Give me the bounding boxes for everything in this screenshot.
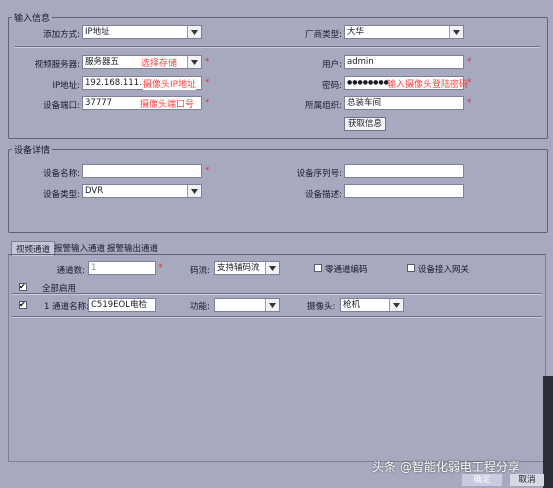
function-label: 功能: xyxy=(190,302,210,312)
input-info-title: 输入信息 xyxy=(12,11,53,24)
device-type-value: DVR xyxy=(85,186,104,196)
device-type-label: 设备类型: xyxy=(43,190,80,200)
add-method-value: IP地址 xyxy=(85,27,110,37)
chevron-down-icon xyxy=(187,26,201,38)
required-mark: * xyxy=(467,78,472,88)
user-input[interactable]: admin xyxy=(344,55,464,69)
vendor-type-select[interactable]: 大华 xyxy=(344,25,464,39)
device-name-label: 设备名称: xyxy=(43,169,80,179)
enable-all-checkbox[interactable] xyxy=(19,283,27,291)
password-label: 密码: xyxy=(322,81,342,91)
video-server-annotation: 选择存储 xyxy=(141,59,178,69)
video-server-value: 服务器五 xyxy=(85,57,120,67)
zero-channel-label: 零通道编码 xyxy=(325,265,368,275)
channel-row-checkbox[interactable] xyxy=(19,301,27,309)
function-select[interactable] xyxy=(214,298,280,312)
tab-alarm-input[interactable]: 报警输入通道 xyxy=(50,241,109,255)
stream-select[interactable]: 支持辅码流 xyxy=(214,261,280,275)
fetch-info-button[interactable]: 获取信息 xyxy=(344,117,386,131)
required-mark: * xyxy=(205,98,210,108)
required-mark: * xyxy=(467,57,472,67)
tab-alarm-output[interactable]: 报警输出通道 xyxy=(103,241,162,255)
org-label: 所属组织: xyxy=(305,101,342,111)
stream-value: 支持辅码流 xyxy=(217,263,260,273)
camera-select[interactable]: 枪机 xyxy=(340,298,404,312)
add-method-label: 添加方式: xyxy=(43,30,80,40)
channel-index-label: 1 通道名称: xyxy=(44,302,89,312)
channel-row-separator xyxy=(12,316,542,318)
device-serial-label: 设备序列号: xyxy=(296,169,342,179)
user-label: 用户: xyxy=(322,60,342,70)
tab-panel xyxy=(8,254,546,462)
required-mark: * xyxy=(205,166,210,176)
device-serial-input[interactable] xyxy=(344,164,464,178)
required-mark: * xyxy=(467,98,472,108)
input-info-separator xyxy=(14,46,540,48)
chevron-down-icon xyxy=(449,26,463,38)
access-gateway-checkbox[interactable] xyxy=(407,264,415,272)
video-server-label: 视频服务器: xyxy=(34,60,80,70)
port-annotation: 摄像头端口号 xyxy=(140,100,195,110)
org-input[interactable]: 总装车间 xyxy=(344,96,464,110)
channel-name-input[interactable]: C519EOL电检 xyxy=(88,298,156,312)
channel-count-input[interactable]: 1 xyxy=(88,261,156,275)
chevron-down-icon xyxy=(187,56,201,68)
ip-label: IP地址: xyxy=(52,81,81,91)
chevron-down-icon xyxy=(187,185,201,197)
channel-separator xyxy=(12,293,542,295)
zero-channel-checkbox[interactable] xyxy=(314,264,322,272)
vendor-type-label: 厂商类型: xyxy=(305,30,342,40)
channel-count-label: 通道数: xyxy=(56,266,85,276)
ok-button[interactable]: 确定 xyxy=(462,474,502,486)
chevron-down-icon xyxy=(265,262,279,274)
device-type-select[interactable]: DVR xyxy=(82,184,202,198)
device-desc-label: 设备描述: xyxy=(305,190,342,200)
chevron-down-icon xyxy=(389,299,403,311)
camera-label: 摄像头: xyxy=(307,302,336,312)
ip-annotation: 摄像头IP地址 xyxy=(143,77,197,90)
chevron-down-icon xyxy=(265,299,279,311)
password-annotation: 输入摄像头登陆密码 xyxy=(387,80,469,90)
add-method-select[interactable]: IP地址 xyxy=(82,25,202,39)
required-mark: * xyxy=(205,57,210,67)
stream-label: 码流: xyxy=(190,266,210,276)
device-detail-title: 设备详情 xyxy=(12,143,53,156)
window-edge xyxy=(543,376,553,488)
device-desc-input[interactable] xyxy=(344,184,464,198)
access-gateway-label: 设备接入网关 xyxy=(418,265,470,275)
camera-value: 枪机 xyxy=(343,300,361,310)
vendor-type-value: 大华 xyxy=(347,27,365,37)
port-label: 设备端口: xyxy=(43,101,80,111)
watermark-text: 头条 @智能化弱电工程分享 xyxy=(372,460,520,474)
cancel-button[interactable]: 取消 xyxy=(510,474,544,486)
required-mark: * xyxy=(205,78,210,88)
device-name-input[interactable] xyxy=(82,164,202,178)
